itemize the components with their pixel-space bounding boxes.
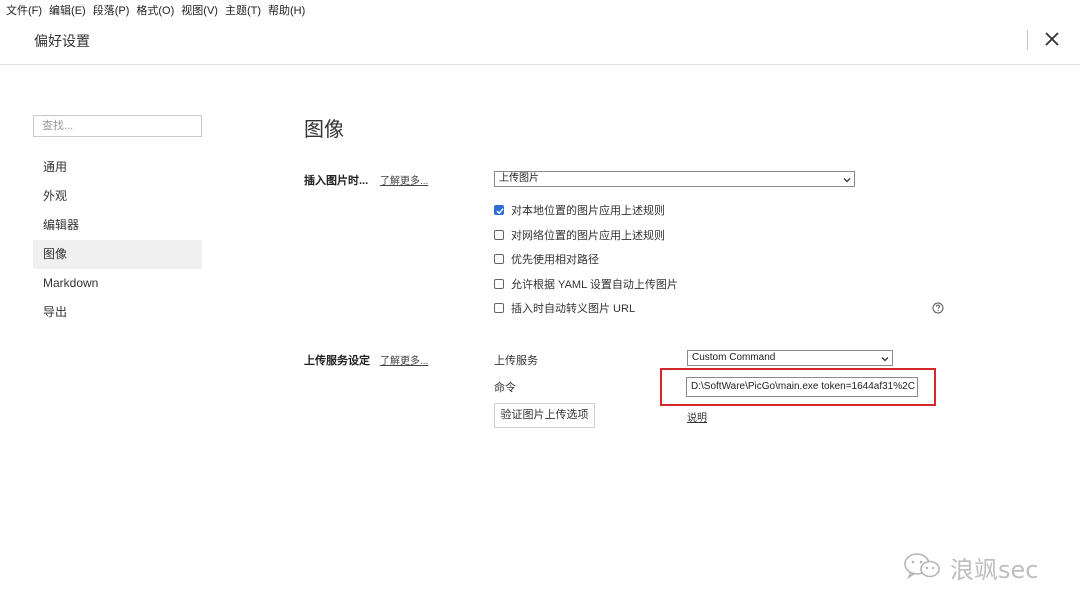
insert-action-select[interactable]: 上传图片 [494, 171, 855, 187]
sidebar-item-appearance[interactable]: 外观 [33, 182, 202, 211]
menu-paragraph[interactable]: 段落(P) [93, 2, 130, 18]
checkbox[interactable] [494, 279, 504, 289]
sidebar-item-editor[interactable]: 编辑器 [33, 211, 202, 240]
dialog-title: 偏好设置 [34, 33, 90, 49]
option-local-images[interactable]: 对本地位置的图片应用上述规则 [494, 202, 665, 218]
menu-bar: 文件(F) 编辑(E) 段落(P) 格式(O) 视图(V) 主题(T) 帮助(H… [0, 0, 1080, 20]
close-icon [1041, 28, 1063, 50]
sidebar-item-export[interactable]: 导出 [33, 298, 202, 327]
option-yaml-upload[interactable]: 允许根据 YAML 设置自动上传图片 [494, 276, 678, 292]
insert-learn-more-link[interactable]: 了解更多... [380, 172, 428, 187]
checkbox[interactable] [494, 303, 504, 313]
checkbox-checked[interactable] [494, 205, 504, 215]
option-network-images[interactable]: 对网络位置的图片应用上述规则 [494, 227, 665, 243]
menu-help[interactable]: 帮助(H) [268, 2, 305, 18]
checkbox[interactable] [494, 254, 504, 264]
highlight-annotation-box [660, 368, 936, 406]
upload-service-select[interactable]: Custom Command [687, 350, 893, 366]
upload-learn-more-link[interactable]: 了解更多... [380, 352, 428, 367]
menu-file[interactable]: 文件(F) [6, 2, 42, 18]
menu-view[interactable]: 视图(V) [181, 2, 218, 18]
upload-service-value: Custom Command [692, 352, 776, 363]
header-divider [1027, 30, 1028, 50]
insert-section-label: 插入图片时... [304, 175, 369, 187]
chevron-down-icon [843, 175, 851, 183]
option-label: 优先使用相对路径 [511, 254, 599, 266]
verify-upload-button[interactable]: 验证图片上传选项 [494, 403, 595, 428]
question-circle-icon[interactable] [932, 302, 944, 314]
upload-service-label: 上传服务 [494, 355, 538, 367]
watermark: 浪飒sec [902, 551, 1039, 584]
option-label: 插入时自动转义图片 URL [511, 303, 636, 315]
upload-section-label: 上传服务设定 [304, 355, 370, 367]
option-escape-url[interactable]: 插入时自动转义图片 URL [494, 300, 635, 316]
chevron-down-icon [881, 354, 889, 362]
page-title: 图像 [304, 119, 344, 141]
instructions-link[interactable]: 说明 [687, 409, 707, 424]
menu-edit[interactable]: 编辑(E) [49, 2, 86, 18]
close-button[interactable] [1041, 28, 1063, 50]
sidebar-item-image[interactable]: 图像 [33, 240, 202, 269]
menu-theme[interactable]: 主题(T) [225, 2, 261, 18]
watermark-text: 浪飒sec [950, 555, 1039, 584]
command-label: 命令 [494, 382, 516, 394]
option-label: 对本地位置的图片应用上述规则 [511, 205, 665, 217]
wechat-icon [902, 551, 942, 584]
sidebar-nav: 通用 外观 编辑器 图像 Markdown 导出 [33, 153, 202, 327]
option-label: 对网络位置的图片应用上述规则 [511, 230, 665, 242]
insert-action-value: 上传图片 [499, 173, 539, 184]
option-relative-path[interactable]: 优先使用相对路径 [494, 251, 599, 267]
checkbox[interactable] [494, 230, 504, 240]
sidebar-item-markdown[interactable]: Markdown [33, 269, 202, 298]
search-input[interactable] [33, 115, 202, 137]
option-label: 允许根据 YAML 设置自动上传图片 [511, 279, 678, 291]
sidebar-item-general[interactable]: 通用 [33, 153, 202, 182]
preferences-header: 偏好设置 [0, 20, 1080, 65]
menu-format[interactable]: 格式(O) [136, 2, 174, 18]
